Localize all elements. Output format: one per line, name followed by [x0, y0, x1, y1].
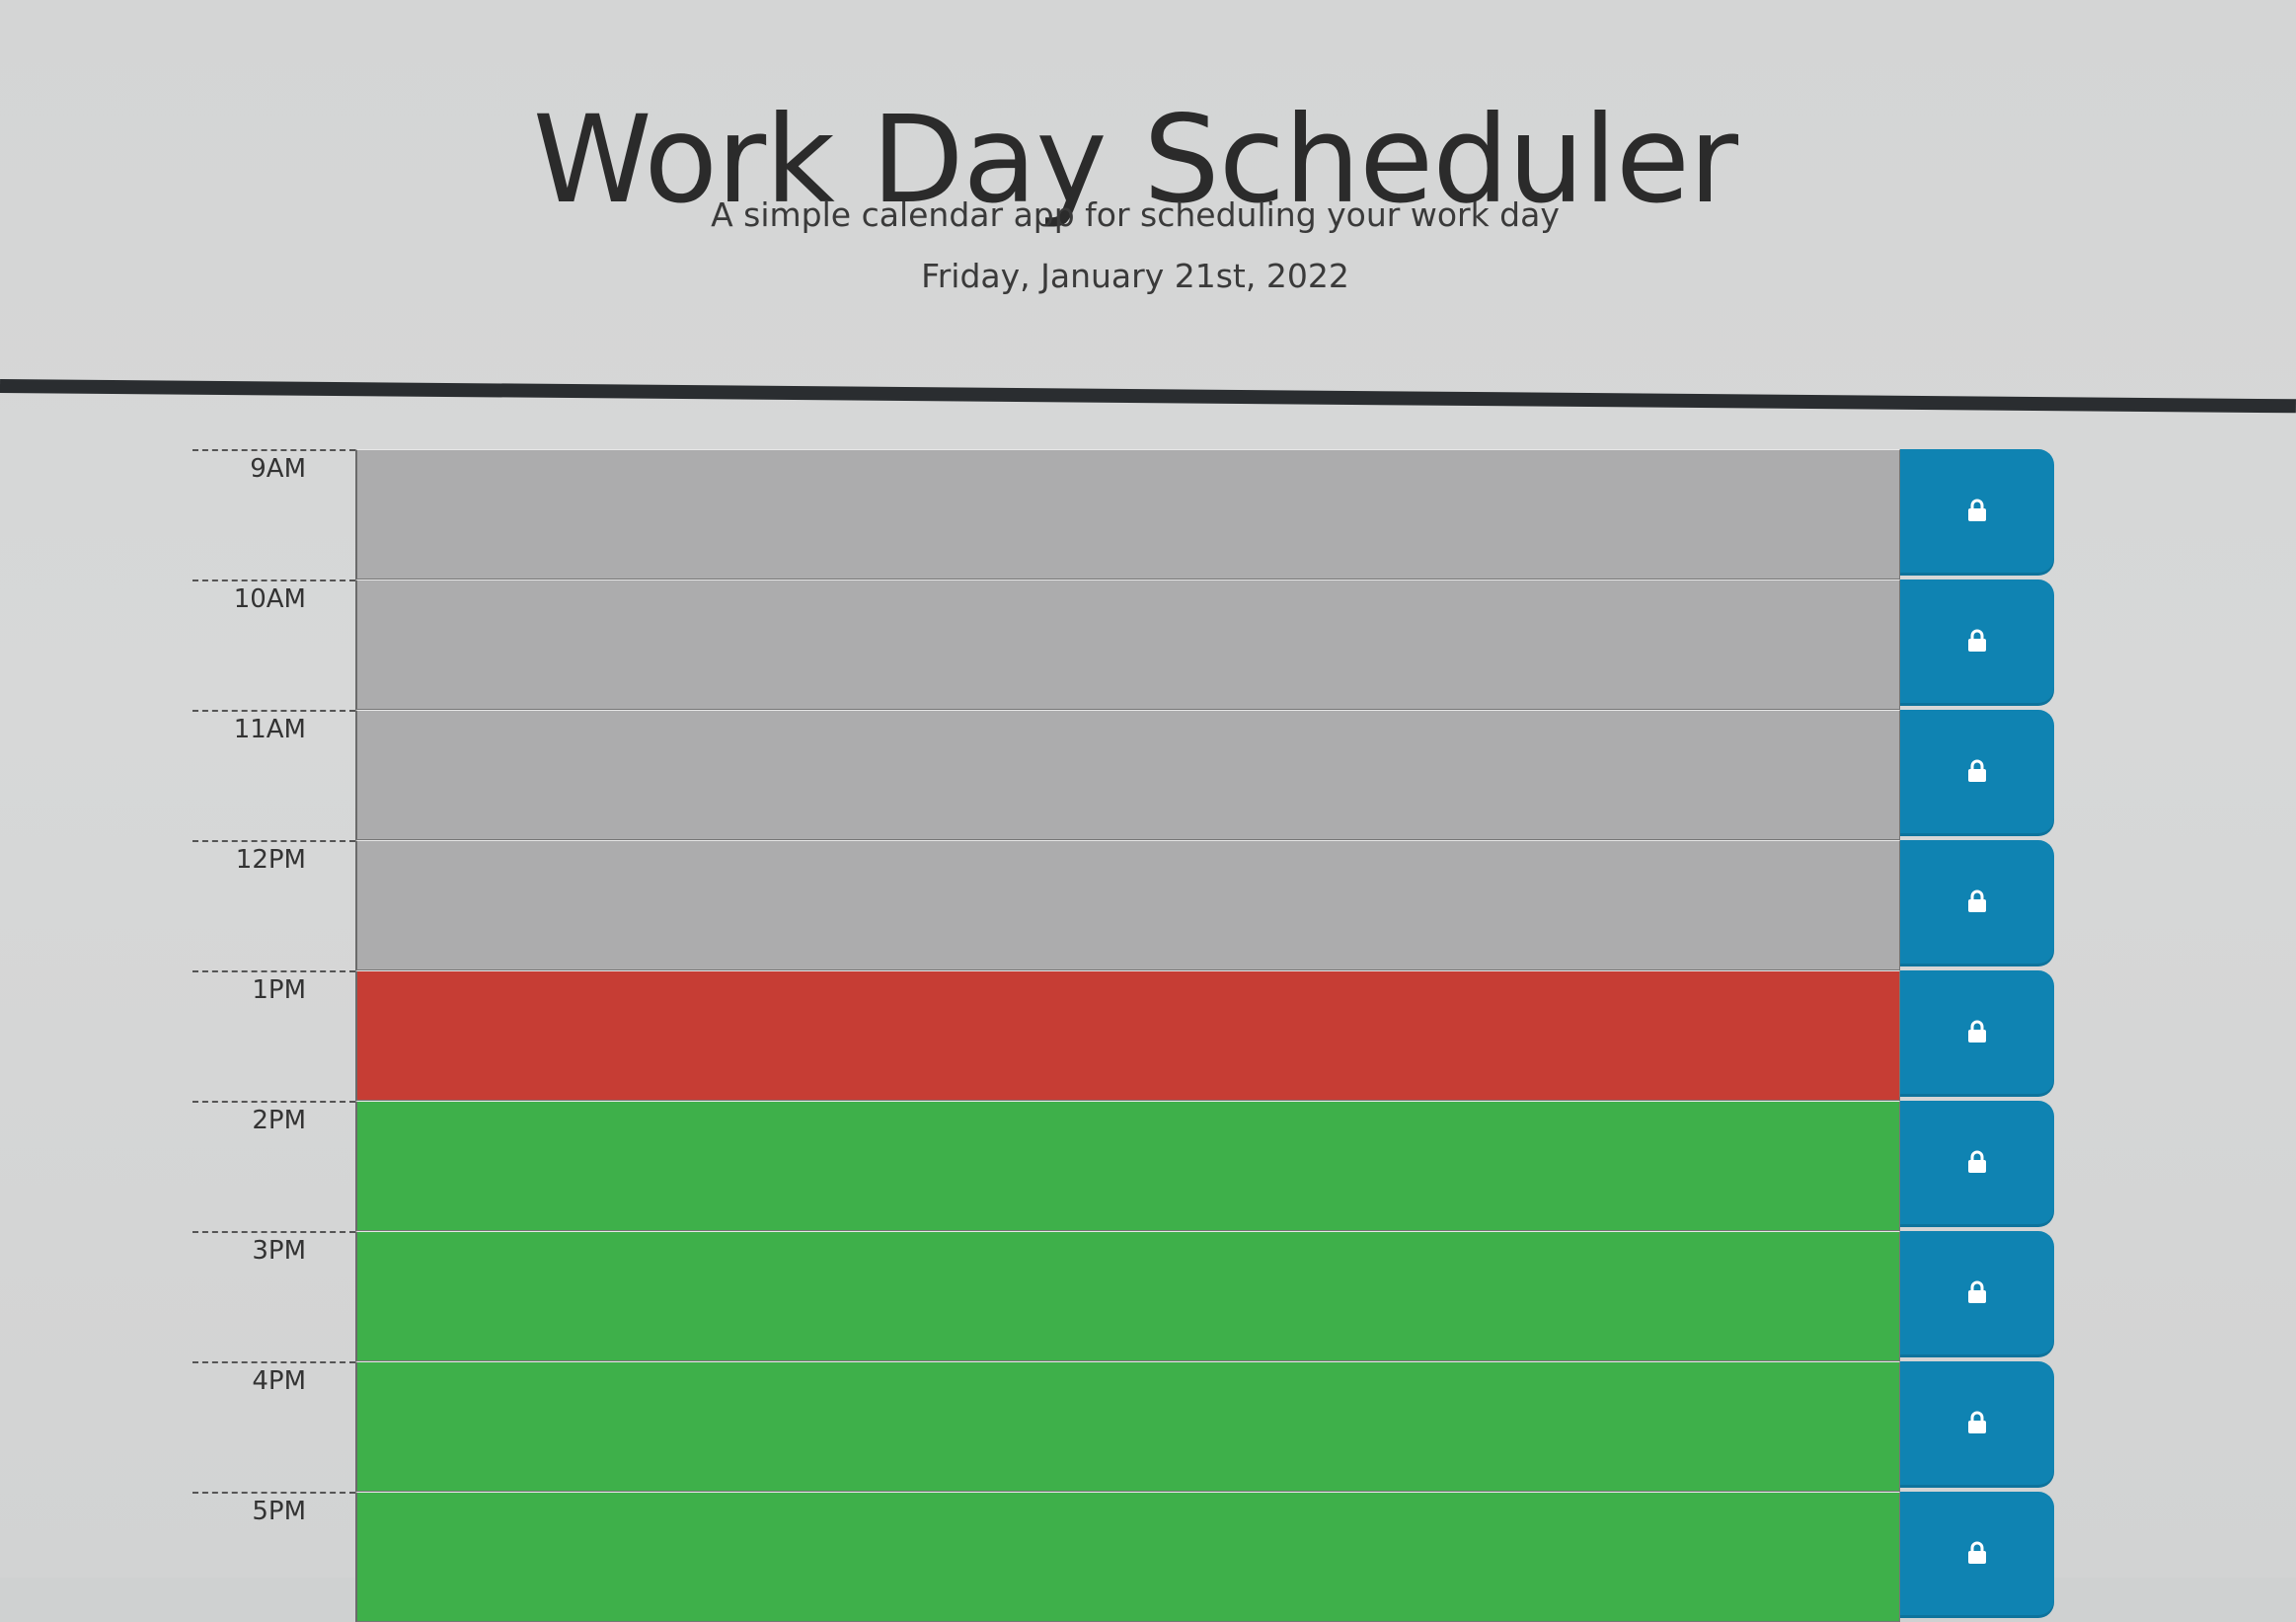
event-description[interactable] — [355, 840, 1900, 970]
save-button[interactable] — [1900, 1492, 2054, 1618]
hour-label: 10AM — [192, 579, 355, 710]
time-block: 12PM — [192, 840, 2068, 970]
save-button[interactable] — [1900, 1361, 2054, 1488]
time-block: 9AM — [192, 449, 2068, 579]
event-description[interactable] — [355, 710, 1900, 840]
schedule: 9AM 10AM 11AM 12PM 1PM 2PM 3PM 4PM 5PM — [192, 449, 2068, 1622]
lock-icon — [1968, 1280, 1986, 1303]
event-description[interactable] — [355, 579, 1900, 710]
lock-icon — [1968, 759, 1986, 782]
time-block: 11AM — [192, 710, 2068, 840]
save-button[interactable] — [1900, 579, 2054, 706]
time-block: 4PM — [192, 1361, 2068, 1492]
save-button[interactable] — [1900, 1101, 2054, 1227]
hour-label: 9AM — [192, 449, 355, 579]
hour-label: 5PM — [192, 1492, 355, 1622]
hour-label: 2PM — [192, 1101, 355, 1231]
time-block: 1PM — [192, 970, 2068, 1101]
lock-icon — [1968, 1541, 1986, 1564]
lock-icon — [1968, 629, 1986, 652]
hour-label: 12PM — [192, 840, 355, 970]
save-button[interactable] — [1900, 449, 2054, 576]
save-button[interactable] — [1900, 970, 2054, 1097]
page-subtitle: A simple calendar app for scheduling you… — [711, 195, 1560, 234]
save-button[interactable] — [1900, 840, 2054, 966]
save-button[interactable] — [1900, 710, 2054, 836]
save-button[interactable] — [1900, 1231, 2054, 1357]
event-description[interactable] — [355, 1231, 1900, 1361]
hour-label: 1PM — [192, 970, 355, 1101]
lock-icon — [1968, 1150, 1986, 1173]
lock-icon — [1968, 1020, 1986, 1043]
hour-label: 4PM — [192, 1361, 355, 1492]
header: Work Day Scheduler A simple calendar app… — [0, 0, 2296, 383]
time-block: 3PM — [192, 1231, 2068, 1361]
event-description[interactable] — [355, 970, 1900, 1101]
event-description[interactable] — [355, 1492, 1900, 1622]
time-block: 2PM — [192, 1101, 2068, 1231]
event-description[interactable] — [355, 449, 1900, 579]
time-block: 10AM — [192, 579, 2068, 710]
event-description[interactable] — [355, 1361, 1900, 1492]
time-block: 5PM — [192, 1492, 2068, 1622]
event-description[interactable] — [355, 1101, 1900, 1231]
page: Work Day Scheduler A simple calendar app… — [0, 0, 2296, 1622]
lock-icon — [1968, 889, 1986, 912]
current-date: Friday, January 21st, 2022 — [921, 257, 1349, 295]
lock-icon — [1968, 1411, 1986, 1433]
header-divider — [0, 379, 2296, 414]
hour-label: 11AM — [192, 710, 355, 840]
lock-icon — [1968, 499, 1986, 521]
hour-label: 3PM — [192, 1231, 355, 1361]
